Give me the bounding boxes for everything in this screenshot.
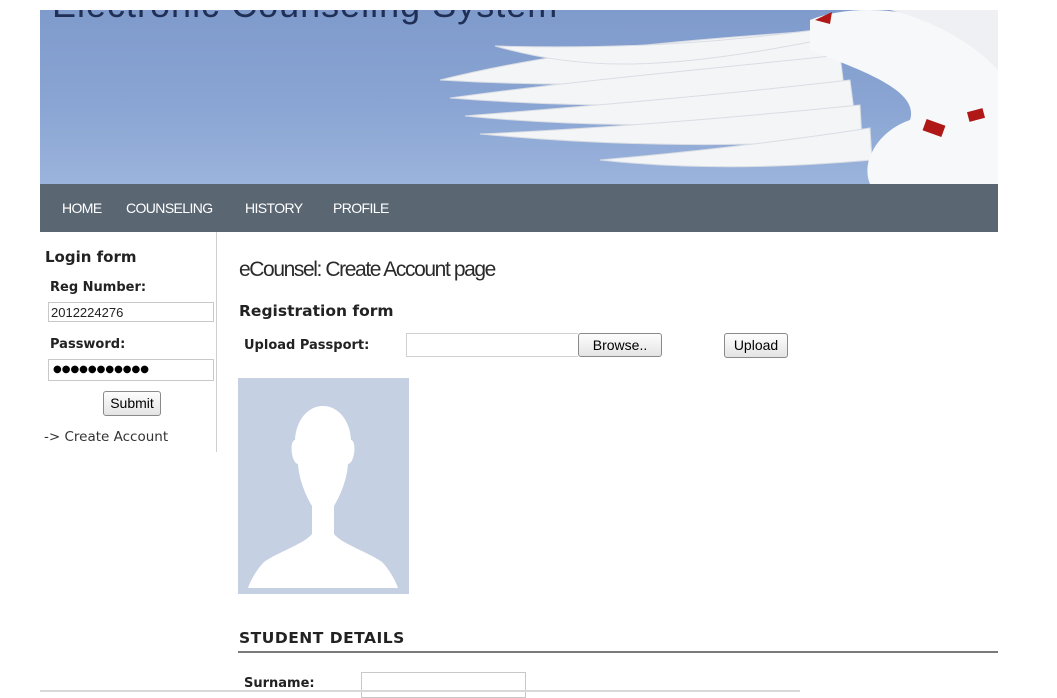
create-account-link[interactable]: -> Create Account (44, 429, 168, 445)
passport-photo-placeholder (238, 378, 409, 594)
header-banner: Electronic Counseling System (40, 10, 998, 184)
passport-file-input[interactable] (406, 333, 578, 357)
surname-input[interactable] (361, 672, 526, 698)
person-silhouette-icon (248, 406, 398, 588)
page-heading: eCounsel: Create Account page (239, 258, 496, 281)
nav-item-counseling[interactable]: COUNSELING (126, 200, 213, 216)
reg-number-label: Reg Number: (50, 280, 147, 295)
surname-label: Surname: (244, 676, 315, 691)
reg-number-input[interactable] (48, 302, 214, 322)
page: Electronic Counseling System HOME COUNSE… (0, 0, 1057, 698)
nav-item-history[interactable]: HISTORY (245, 200, 303, 216)
section-divider (238, 651, 998, 653)
password-label: Password: (50, 337, 126, 352)
browse-button[interactable]: Browse.. (578, 333, 662, 357)
login-form-title: Login form (45, 248, 137, 266)
nav-item-profile[interactable]: PROFILE (333, 200, 389, 216)
login-sidebar: Login form Reg Number: Password: ●●●●●●●… (40, 232, 217, 452)
upload-passport-label: Upload Passport: (244, 338, 370, 353)
nav-item-home[interactable]: HOME (62, 200, 102, 216)
submit-button[interactable]: Submit (103, 391, 161, 416)
main-nav: HOME COUNSELING HISTORY PROFILE (40, 184, 998, 232)
dove-image (439, 10, 998, 184)
upload-button[interactable]: Upload (724, 333, 788, 358)
student-details-title: STUDENT DETAILS (239, 629, 405, 647)
password-input[interactable]: ●●●●●●●●●●● (48, 359, 214, 381)
password-mask: ●●●●●●●●●●● (53, 364, 149, 375)
bottom-divider (40, 690, 800, 692)
registration-form-title: Registration form (239, 302, 394, 320)
